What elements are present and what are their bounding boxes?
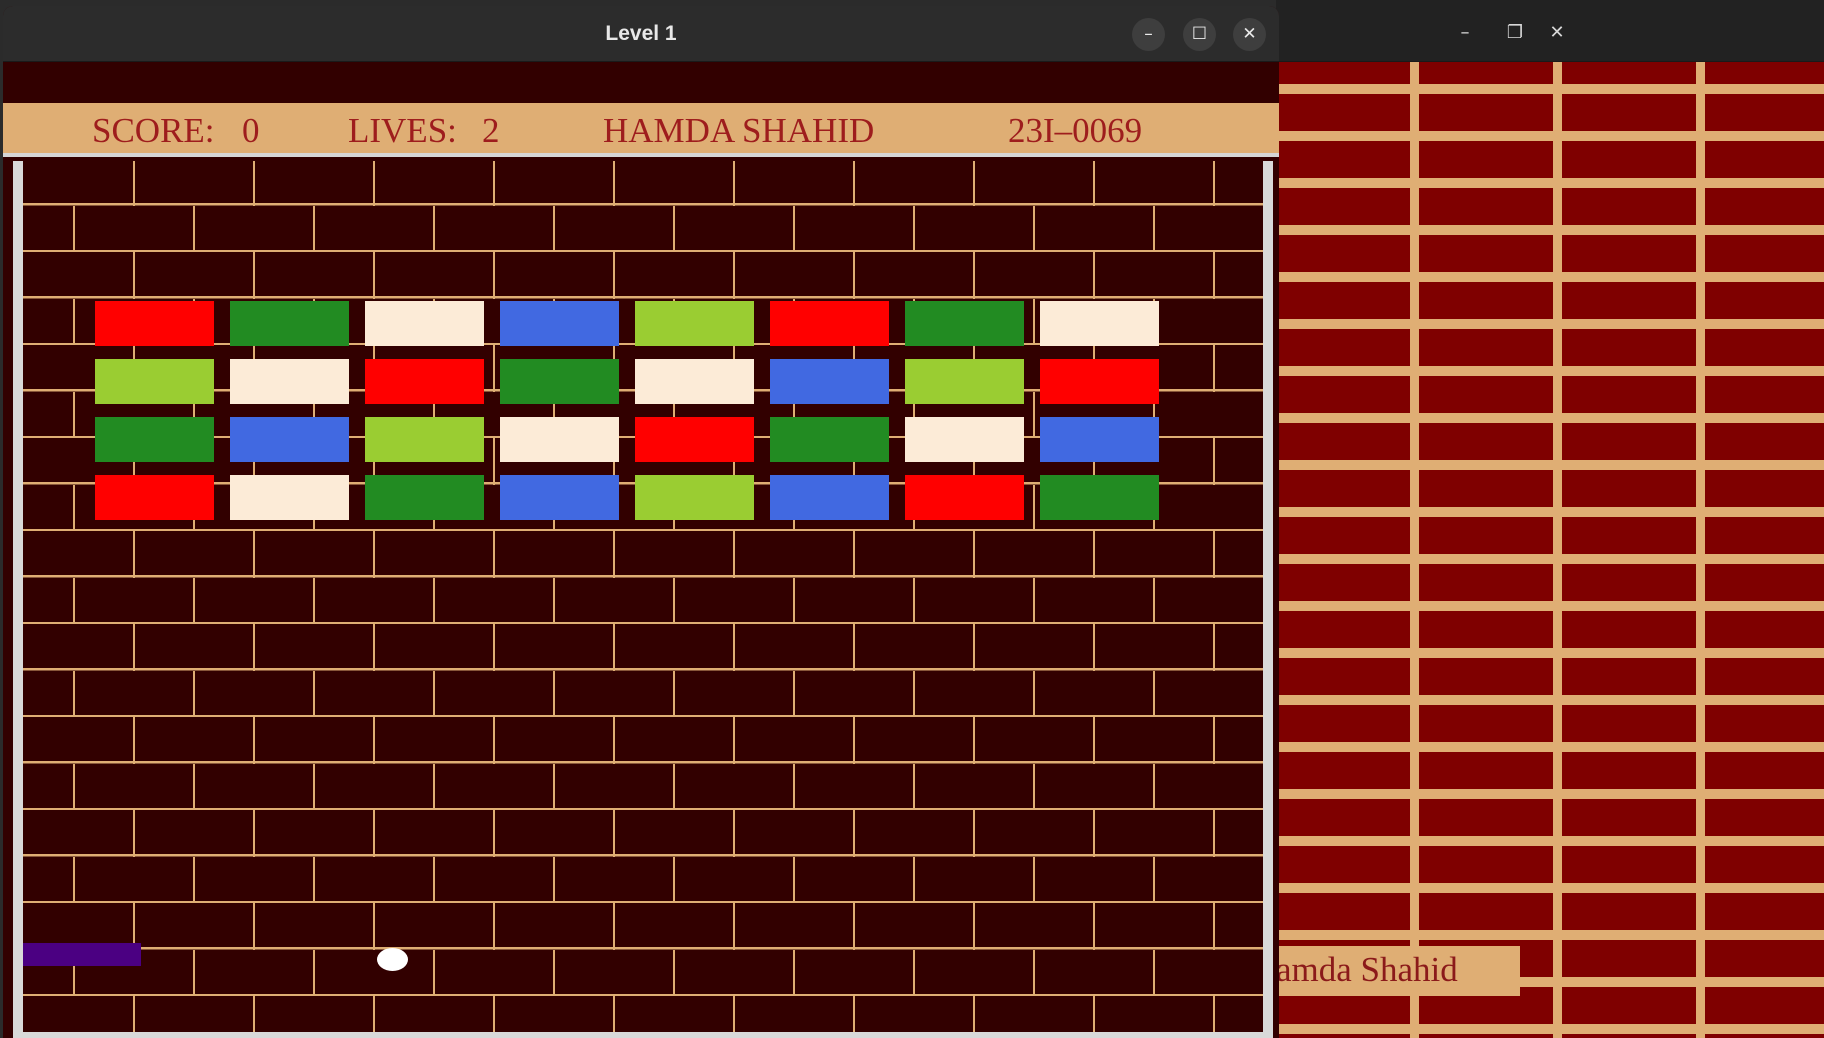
brick-blue xyxy=(500,301,619,346)
window-title: Level 1 xyxy=(605,22,677,45)
background-player-name: amda Shahid xyxy=(1276,950,1458,989)
lives-label: LIVES: xyxy=(348,111,457,150)
brick-green xyxy=(905,301,1024,346)
background-window: – ❐ ✕ amda Shahid xyxy=(1276,0,1824,1038)
ball xyxy=(377,948,408,971)
background-minimize-button[interactable]: – xyxy=(1450,18,1480,48)
brick-blue xyxy=(770,475,889,520)
background-mortar-row xyxy=(23,205,1263,250)
background-mortar-row xyxy=(23,949,1263,994)
brick-red xyxy=(95,301,214,346)
brick-red xyxy=(1040,359,1159,404)
player-name: HAMDA SHAHID xyxy=(603,111,875,150)
brick-green xyxy=(365,475,484,520)
close-button[interactable]: ✕ xyxy=(1233,18,1266,51)
brick-green xyxy=(95,417,214,462)
brick-blue xyxy=(770,359,889,404)
brick-cream xyxy=(1040,301,1159,346)
brick-red xyxy=(365,359,484,404)
score-value: 0 xyxy=(242,111,260,150)
brick-red xyxy=(770,301,889,346)
brick-cream xyxy=(905,417,1024,462)
brick-cream xyxy=(365,301,484,346)
hud-bar: SCORE: 0 LIVES: 2 HAMDA SHAHID 23I–0069 xyxy=(3,103,1279,157)
brick-lime xyxy=(905,359,1024,404)
score-label: SCORE: xyxy=(92,111,215,150)
lives-value: 2 xyxy=(482,111,500,150)
play-field-bottom-border xyxy=(13,1032,1273,1038)
brick-cream xyxy=(230,359,349,404)
brick-blue xyxy=(1040,417,1159,462)
brick-lime xyxy=(95,359,214,404)
brick-cream xyxy=(230,475,349,520)
brick-red xyxy=(95,475,214,520)
brick-red xyxy=(905,475,1024,520)
background-mortar-row xyxy=(23,670,1263,715)
paddle[interactable] xyxy=(23,943,141,966)
background-mortar-row xyxy=(23,577,1263,622)
player-id: 23I–0069 xyxy=(1008,111,1143,150)
brick-green xyxy=(500,359,619,404)
background-mortar-row xyxy=(23,856,1263,901)
brick-blue xyxy=(230,417,349,462)
maximize-button[interactable]: ☐ xyxy=(1183,18,1216,51)
brick-green xyxy=(770,417,889,462)
window-titlebar: Level 1 – ☐ ✕ xyxy=(3,6,1279,62)
brick-green xyxy=(1040,475,1159,520)
brick-lime xyxy=(635,301,754,346)
brick-red xyxy=(635,417,754,462)
background-mortar-row xyxy=(23,763,1263,808)
brick-cream xyxy=(635,359,754,404)
brick-lime xyxy=(365,417,484,462)
background-close-button[interactable]: ✕ xyxy=(1542,18,1572,48)
minimize-button[interactable]: – xyxy=(1132,18,1165,51)
brick-green xyxy=(230,301,349,346)
game-window: Level 1 – ☐ ✕ SCORE: 0 LIVES: 2 HAMDA SH… xyxy=(3,6,1279,1038)
brick-cream xyxy=(500,417,619,462)
play-field xyxy=(13,161,1273,1038)
brick-blue xyxy=(500,475,619,520)
brick-lime xyxy=(635,475,754,520)
background-restore-button[interactable]: ❐ xyxy=(1500,18,1530,48)
